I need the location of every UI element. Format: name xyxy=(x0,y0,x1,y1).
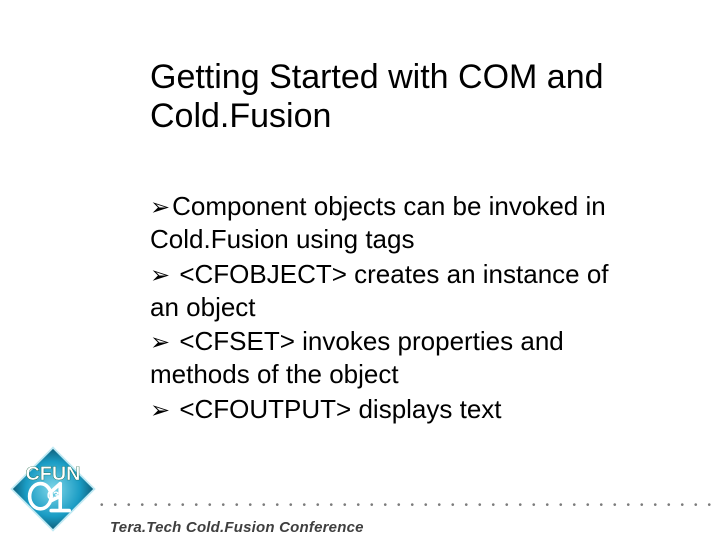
svg-text:CFUN: CFUN xyxy=(26,463,81,485)
bullet-text: <CFOUTPUT> displays text xyxy=(172,394,501,424)
footer-text: Tera.Tech Cold.Fusion Conference xyxy=(110,519,364,536)
bullet-text: Component objects can be invoked in Cold… xyxy=(150,191,606,254)
bullet-icon: ➢ xyxy=(150,262,170,289)
bullet-text: <CFOBJECT> creates an instance of an obj… xyxy=(150,259,609,322)
slide: Getting Started with COM and Cold.Fusion… xyxy=(0,0,720,540)
bullet-item: ➢ <CFOUTPUT> displays text xyxy=(150,393,610,426)
bullet-item: ➢Component objects can be invoked in Col… xyxy=(150,190,610,256)
bullet-icon: ➢ xyxy=(150,194,170,221)
dotted-rule: ••••••••••••••••••••••••••••••••••••••••… xyxy=(100,500,720,508)
bullet-text: <CFSET> invokes properties and methods o… xyxy=(150,326,564,389)
slide-body: ➢Component objects can be invoked in Col… xyxy=(150,190,610,428)
footer: ••••••••••••••••••••••••••••••••••••••••… xyxy=(0,500,720,540)
bullet-icon: ➢ xyxy=(150,329,170,356)
bullet-item: ➢ <CFSET> invokes properties and methods… xyxy=(150,325,610,391)
conference-logo-icon: CFUN 03 xyxy=(8,444,98,534)
svg-text:03: 03 xyxy=(47,490,59,502)
slide-title: Getting Started with COM and Cold.Fusion xyxy=(150,58,610,136)
bullet-item: ➢ <CFOBJECT> creates an instance of an o… xyxy=(150,258,610,324)
bullet-icon: ➢ xyxy=(150,397,170,424)
